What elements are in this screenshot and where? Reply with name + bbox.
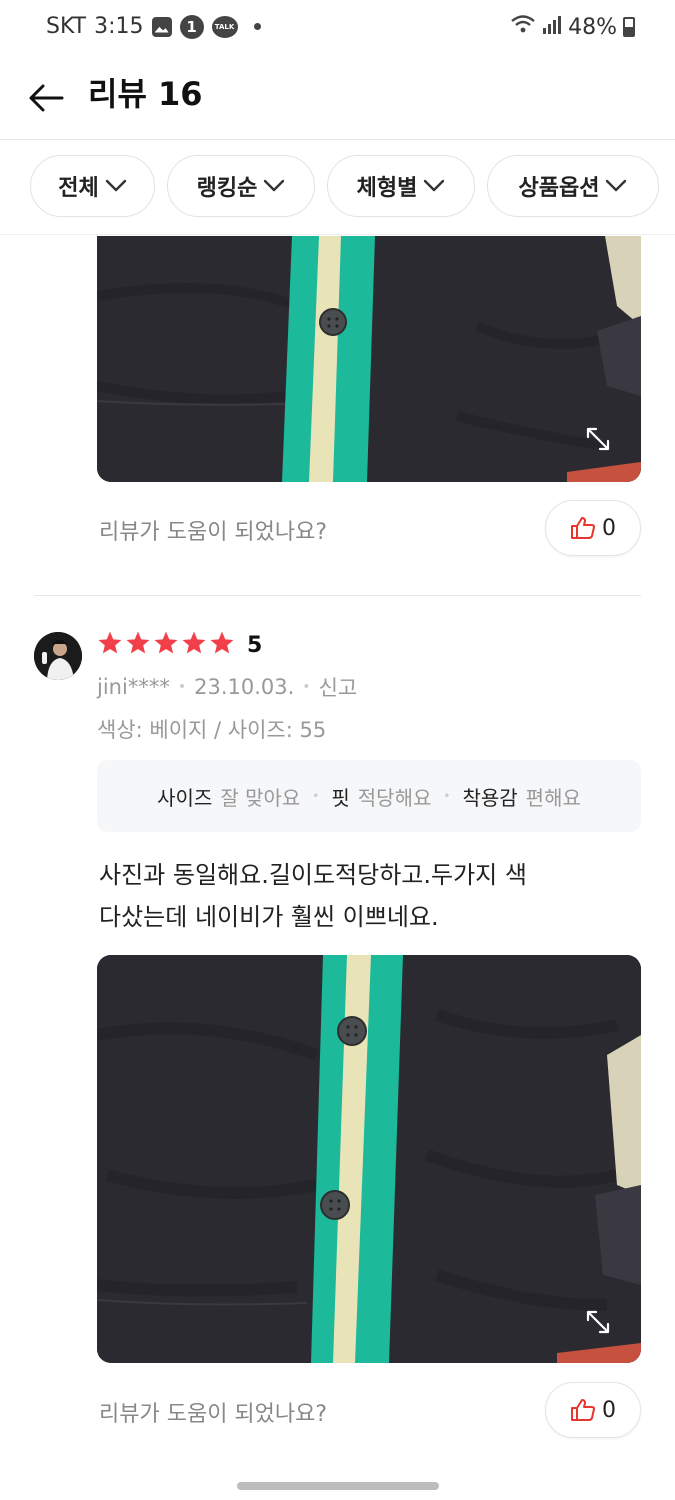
battery-icon [623, 17, 635, 37]
star-icon [153, 630, 179, 660]
page-title: 리뷰 16 [88, 75, 203, 113]
kakaotalk-notification-icon: TALK [211, 15, 238, 38]
gallery-notification-icon [151, 16, 172, 37]
home-indicator[interactable] [237, 1482, 439, 1490]
eval-value-size: 잘 맞아요 [220, 785, 301, 810]
notification-count-badge: 1 [179, 14, 204, 39]
review-date: 23.10.03. [194, 675, 295, 699]
expand-icon[interactable] [585, 1309, 611, 1335]
eval-key-fit: 핏 [331, 785, 350, 810]
header: 리뷰 16 [0, 56, 675, 140]
helpful-prompt: 리뷰가 도움이 되었나요? [99, 1402, 328, 1427]
meta-separator: • [177, 679, 187, 695]
filter-product-option-chip[interactable]: 상품옵션 [487, 155, 659, 217]
filter-body-type-chip[interactable]: 체형별 [327, 155, 475, 217]
clock: 3:15 [94, 14, 144, 39]
rating-row: 5 [97, 630, 262, 660]
chevron-down-icon [606, 179, 627, 192]
chevron-down-icon [424, 179, 445, 192]
filter-bar: 전체 랭킹순 체형별 상품옵션 [0, 141, 675, 235]
author-name: jini**** [97, 675, 170, 699]
chevron-down-icon [105, 179, 126, 192]
avatar [34, 632, 82, 680]
eval-key-comfort: 착용감 [462, 785, 518, 810]
filter-ranking-label: 랭킹순 [196, 176, 258, 201]
signal-icon [542, 15, 562, 40]
thumbs-up-icon [571, 1399, 595, 1421]
helpful-prompt: 리뷰가 도움이 되었나요? [99, 520, 328, 545]
carrier-label: SKT [46, 14, 87, 39]
back-arrow-icon [29, 84, 64, 112]
meta-separator: • [302, 679, 311, 695]
eval-value-fit: 적당해요 [357, 785, 432, 810]
star-icon [181, 630, 207, 660]
report-link[interactable]: 신고 [319, 672, 358, 702]
more-notifications-dot-icon [253, 23, 261, 30]
filter-body-type-label: 체형별 [356, 176, 418, 201]
battery-percent: 48% [568, 14, 617, 40]
star-icon [209, 630, 235, 660]
expand-icon[interactable] [585, 426, 611, 452]
chevron-down-icon [264, 179, 285, 192]
eval-separator: • [312, 789, 320, 803]
like-count: 0 [602, 515, 616, 541]
eval-key-size: 사이즈 [157, 785, 213, 810]
eval-value-comfort: 편해요 [525, 785, 581, 810]
review-text: 사진과 동일해요.길이도적당하고.두가지 색 다샀는데 네이비가 훨씬 이쁘네요… [99, 861, 527, 931]
purchased-option: 색상: 베이지 / 사이즈: 55 [97, 718, 327, 742]
evaluation-summary: 사이즈 잘 맞아요 • 핏 적당해요 • 착용감 편해요 [97, 760, 641, 832]
star-icon [125, 630, 151, 660]
review-photo[interactable] [97, 236, 641, 482]
eval-separator: • [443, 789, 451, 803]
wifi-icon [510, 14, 536, 40]
filter-ranking-chip[interactable]: 랭킹순 [167, 155, 315, 217]
review-divider [34, 595, 641, 596]
review-meta: jini**** • 23.10.03. • 신고 [97, 672, 357, 702]
like-button[interactable]: 0 [545, 500, 641, 556]
status-right: 48% [510, 14, 635, 40]
back-button[interactable] [22, 74, 70, 122]
filter-all-chip[interactable]: 전체 [30, 155, 155, 217]
status-left: SKT 3:15 1 TALK [46, 14, 261, 39]
review-photo[interactable] [97, 955, 641, 1363]
star-icon [97, 630, 123, 660]
like-button[interactable]: 0 [545, 1382, 641, 1438]
filter-product-option-label: 상품옵션 [518, 176, 600, 201]
status-bar: SKT 3:15 1 TALK 48% [0, 0, 675, 56]
rating-value: 5 [247, 632, 263, 658]
like-count: 0 [602, 1397, 616, 1423]
filter-all-label: 전체 [58, 176, 99, 201]
thumbs-up-icon [571, 517, 595, 539]
